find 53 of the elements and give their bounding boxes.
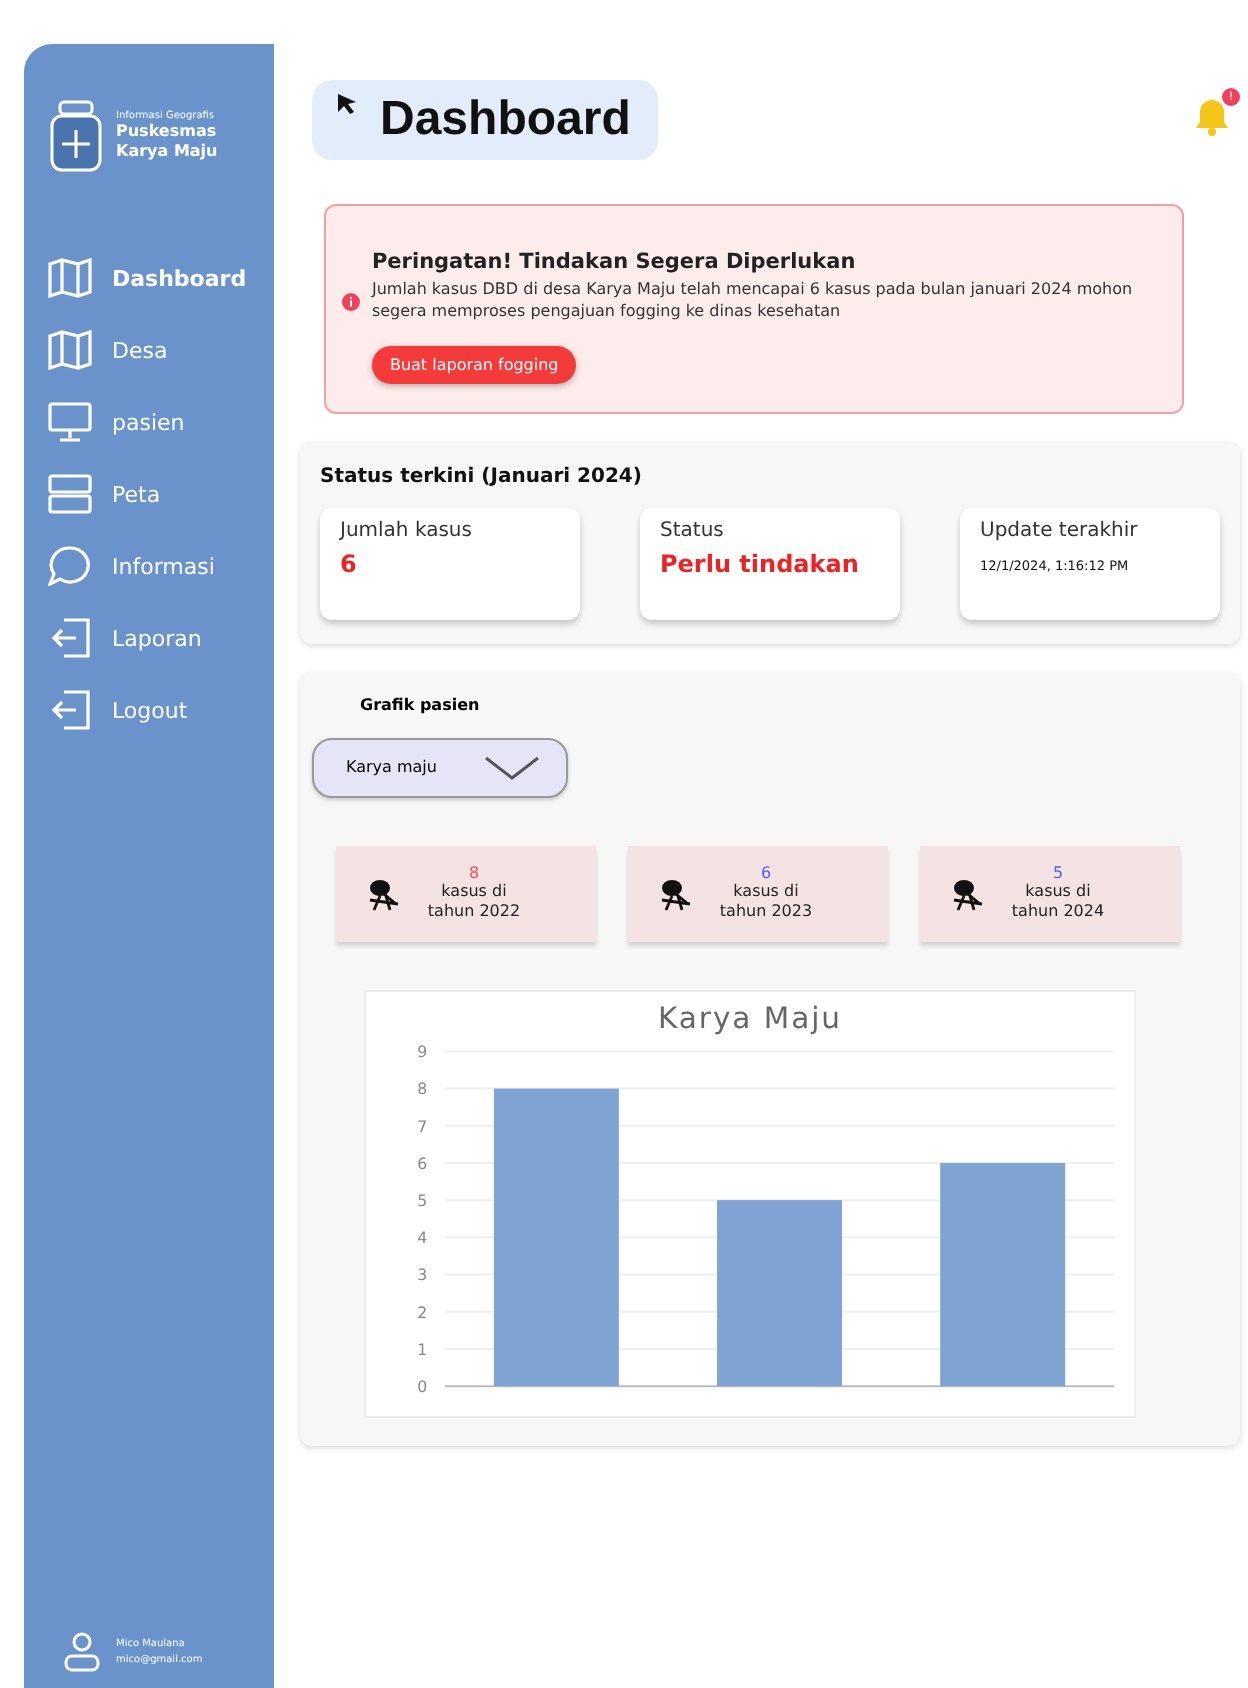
y-tick-label: 9 — [417, 1042, 428, 1061]
y-tick-label: 4 — [417, 1228, 428, 1247]
exit-icon — [48, 690, 92, 730]
nav-item[interactable]: Dashboard — [48, 256, 274, 300]
y-tick-label: 7 — [417, 1116, 428, 1135]
case-count: 5 — [1052, 863, 1064, 882]
cursor-icon — [336, 92, 360, 116]
map-icon — [48, 258, 92, 298]
mosquito-icon — [656, 875, 696, 912]
graph-title: Grafik pasien — [360, 695, 482, 714]
mosquito-icon — [948, 875, 988, 912]
info-icon — [342, 288, 360, 317]
case-label: kasus di tahun 2023 — [717, 881, 815, 923]
y-tick-label: 1 — [417, 1340, 428, 1359]
case-count: 6 — [760, 863, 772, 882]
case-count: 8 — [468, 863, 480, 882]
brand-title: Puskesmas Karya Maju — [116, 122, 220, 162]
chat-bubble-icon — [48, 546, 92, 586]
status-title: Status terkini (Januari 2024) — [320, 465, 644, 488]
y-tick-label: 2 — [417, 1302, 428, 1321]
map-icon — [48, 330, 92, 370]
y-tick-label: 6 — [417, 1154, 428, 1173]
nav-item[interactable]: Informasi — [48, 544, 274, 588]
chart-title: Karya Maju — [657, 1000, 843, 1035]
monitor-icon — [48, 402, 92, 442]
status-value: Perlu tindakan — [660, 549, 861, 578]
status-label: Status — [660, 519, 726, 542]
alert-title: Peringatan! Tindakan Segera Diperlukan — [371, 250, 858, 274]
bell-icon[interactable] — [1192, 96, 1232, 136]
y-tick-label: 8 — [417, 1079, 428, 1098]
page-title: Dashboard — [380, 92, 631, 148]
y-tick-label: 5 — [417, 1191, 428, 1210]
mosquito-icon — [364, 875, 404, 912]
nav-item[interactable]: Peta — [48, 472, 274, 516]
status-label: Jumlah kasus — [340, 519, 474, 542]
nav-item[interactable]: Laporan — [48, 616, 274, 660]
case-label: kasus di tahun 2022 — [425, 881, 523, 923]
nav-item[interactable]: Desa — [48, 328, 274, 372]
case-label: kasus di tahun 2024 — [1009, 881, 1107, 923]
village-dropdown[interactable]: Karya maju — [312, 737, 568, 798]
medicine-jar-icon — [48, 100, 104, 172]
user-icon — [64, 1632, 100, 1672]
panels-icon — [48, 474, 92, 514]
status-label: Update terakhir — [980, 519, 1140, 542]
y-tick-label: 3 — [417, 1265, 428, 1284]
nav-item[interactable]: Logout — [48, 688, 274, 732]
y-tick-label: 0 — [417, 1377, 428, 1396]
status-value: 6 — [340, 549, 359, 578]
alert-message: Jumlah kasus DBD di desa Karya Maju telah mencapai 6 kasus pada bulan januari 2024 mohon segera memproses pengajuan fogging ke dinas kesehatan — [371, 280, 1135, 324]
nav-item[interactable]: pasien — [48, 400, 274, 444]
exit-icon — [48, 618, 92, 658]
chevron-down-icon — [482, 755, 542, 780]
fogging-report-button[interactable]: Buat laporan fogging — [371, 345, 577, 384]
